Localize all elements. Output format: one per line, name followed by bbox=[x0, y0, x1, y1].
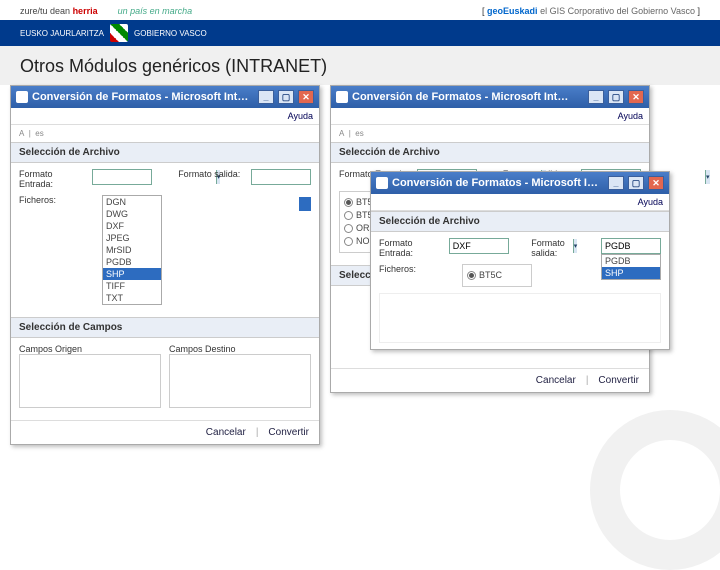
listbox-option[interactable]: TXT bbox=[103, 292, 161, 304]
listbox-option[interactable]: JPEG bbox=[103, 232, 161, 244]
minimize-button[interactable]: _ bbox=[258, 90, 274, 104]
label-origen: Campos Origen bbox=[19, 344, 161, 354]
listbox-option[interactable]: PGDB bbox=[103, 256, 161, 268]
shield-icon bbox=[110, 24, 128, 42]
combo-entrada[interactable]: ▾ bbox=[92, 169, 152, 185]
help-link[interactable]: Ayuda bbox=[288, 111, 313, 121]
maximize-button[interactable]: ▢ bbox=[608, 90, 624, 104]
fieldbox-destino[interactable] bbox=[169, 354, 311, 408]
section-header-archivo: Selección de Archivo bbox=[11, 142, 319, 163]
label-entrada: Formato Entrada: bbox=[19, 169, 84, 189]
maximize-button[interactable]: ▢ bbox=[628, 176, 644, 190]
listbox-formatos[interactable]: DGNDWGDXFJPEGMrSIDPGDBSHPTIFFTXT bbox=[102, 195, 162, 305]
listbox-salida-open[interactable]: PGDBSHP bbox=[601, 254, 661, 280]
listbox-option[interactable]: DWG bbox=[103, 208, 161, 220]
label-ficheros: Ficheros: bbox=[19, 195, 94, 205]
radio-icon bbox=[344, 237, 353, 246]
window-title: Conversión de Formatos - Microsoft Int… bbox=[352, 91, 584, 103]
listbox-option[interactable]: SHP bbox=[103, 268, 161, 280]
label-destino: Campos Destino bbox=[169, 344, 311, 354]
listbox-option[interactable]: TIFF bbox=[103, 280, 161, 292]
scrollbar-stub[interactable] bbox=[299, 197, 311, 211]
combo-salida-input[interactable] bbox=[602, 240, 720, 252]
page-title: Otros Módulos genéricos (INTRANET) bbox=[0, 46, 720, 85]
listbox-option[interactable]: DXF bbox=[103, 220, 161, 232]
section-header-archivo: Selección de Archivo bbox=[331, 142, 649, 163]
app-icon bbox=[336, 91, 348, 103]
fieldbox-origen[interactable] bbox=[19, 354, 161, 408]
app-icon bbox=[376, 177, 388, 189]
cancel-link[interactable]: Cancelar bbox=[206, 427, 246, 438]
section-header-campos: Selección de Campos bbox=[11, 317, 319, 338]
titlebar[interactable]: Conversión de Formatos - Microsoft Int… … bbox=[331, 86, 649, 108]
titlebar[interactable]: Conversión de Formatos - Microsoft Int… … bbox=[11, 86, 319, 108]
label-entrada: Formato Entrada: bbox=[379, 238, 441, 258]
app-icon bbox=[16, 91, 28, 103]
herria-mark: zure/tu dean herria bbox=[20, 6, 98, 16]
maximize-button[interactable]: ▢ bbox=[278, 90, 294, 104]
close-button[interactable]: ✕ bbox=[628, 90, 644, 104]
convert-link[interactable]: Convertir bbox=[598, 375, 639, 386]
listbox-option[interactable]: PGDB bbox=[602, 255, 660, 267]
radio-icon bbox=[344, 211, 353, 220]
label-salida: Formato salida: bbox=[531, 238, 593, 258]
close-button[interactable]: ✕ bbox=[648, 176, 664, 190]
separator: | bbox=[586, 375, 589, 386]
window-formatos-3: Conversión de Formatos - Microsoft Int… … bbox=[370, 171, 670, 350]
combo-salida[interactable]: ▾ bbox=[601, 238, 661, 254]
listbox-option[interactable]: DGN bbox=[103, 196, 161, 208]
convert-link[interactable]: Convertir bbox=[268, 427, 309, 438]
gov-strip: EUSKO JAURLARITZA GOBIERNO VASCO bbox=[0, 20, 720, 46]
brand-header: zure/tu dean herria un país en marcha [ … bbox=[0, 0, 720, 20]
window-title: Conversión de Formatos - Microsoft Int… bbox=[392, 177, 604, 189]
chevron-down-icon[interactable]: ▾ bbox=[705, 170, 710, 184]
window-formatos-1: Conversión de Formatos - Microsoft Int… … bbox=[10, 85, 320, 445]
listbox-option[interactable]: MrSID bbox=[103, 244, 161, 256]
separator: | bbox=[256, 427, 259, 438]
minimize-button[interactable]: _ bbox=[588, 90, 604, 104]
cancel-link[interactable]: Cancelar bbox=[536, 375, 576, 386]
titlebar[interactable]: Conversión de Formatos - Microsoft Int… … bbox=[371, 172, 669, 194]
radio-group-cartografia[interactable]: BT5C bbox=[462, 264, 532, 287]
label-salida: Formato salida: bbox=[178, 169, 243, 179]
listbox-option[interactable]: SHP bbox=[602, 267, 660, 279]
help-link[interactable]: Ayuda bbox=[638, 197, 663, 207]
help-link[interactable]: Ayuda bbox=[618, 111, 643, 121]
radio-icon bbox=[467, 271, 476, 280]
close-button[interactable]: ✕ bbox=[298, 90, 314, 104]
radio-icon bbox=[344, 198, 353, 207]
combo-salida[interactable]: ▾ bbox=[251, 169, 311, 185]
section-header-archivo: Selección de Archivo bbox=[371, 211, 669, 232]
combo-entrada[interactable]: ▾ bbox=[449, 238, 509, 254]
minimize-button[interactable]: _ bbox=[608, 176, 624, 190]
window-title: Conversión de Formatos - Microsoft Int… bbox=[32, 91, 254, 103]
radio-option[interactable]: BT5C bbox=[467, 269, 527, 282]
radio-icon bbox=[344, 224, 353, 233]
geo-brand: [ geoEuskadi el GIS Corporativo del Gobi… bbox=[482, 6, 700, 16]
pais-mark: un país en marcha bbox=[118, 6, 193, 16]
label-ficheros: Ficheros: bbox=[379, 264, 454, 274]
